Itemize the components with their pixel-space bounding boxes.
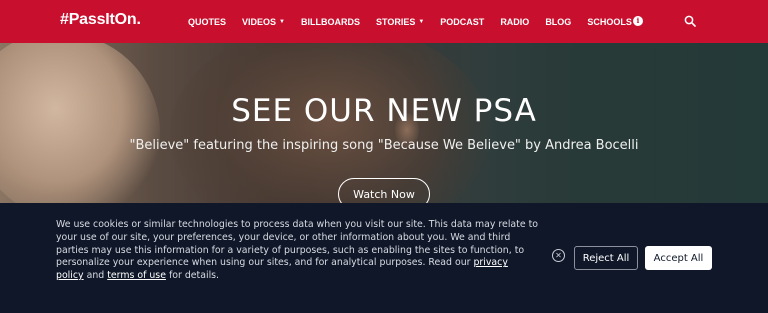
top-navbar: #PassItOn. QUOTES VIDEOS ▼ BILLBOARDS ST… <box>0 0 768 43</box>
accept-all-button[interactable]: Accept All <box>645 246 712 270</box>
nav-item-stories[interactable]: STORIES ▼ <box>376 17 424 27</box>
nav-item-label: RADIO <box>500 16 530 27</box>
hero-subtitle: "Believe" featuring the inspiring song "… <box>129 138 639 153</box>
cookie-notice-text: We use cookies or similar technologies t… <box>56 219 538 283</box>
terms-of-use-link[interactable]: terms of use <box>107 270 166 281</box>
nav-item-blog[interactable]: BLOG <box>545 17 571 27</box>
nav-item-label: PODCAST <box>440 16 485 27</box>
nav-item-billboards[interactable]: BILLBOARDS <box>301 17 360 27</box>
main-nav: QUOTES VIDEOS ▼ BILLBOARDS STORIES ▼ POD… <box>188 0 657 43</box>
close-icon[interactable]: ✕ <box>552 249 565 262</box>
nav-item-radio[interactable]: RADIO <box>500 17 529 27</box>
site-logo[interactable]: #PassItOn. <box>60 11 141 29</box>
reject-all-button[interactable]: Reject All <box>574 246 638 270</box>
hero-banner: SEE OUR NEW PSA "Believe" featuring the … <box>0 43 768 203</box>
chevron-down-icon: ▼ <box>418 18 425 25</box>
nav-item-label: BILLBOARDS <box>300 16 360 27</box>
watch-now-button[interactable]: Watch Now <box>338 178 430 203</box>
nav-item-label: QUOTES <box>188 16 227 27</box>
nav-item-quotes[interactable]: QUOTES <box>188 17 226 27</box>
info-icon[interactable]: i <box>633 16 643 26</box>
cookie-text-end: for details. <box>165 270 220 282</box>
nav-item-label: SCHOOLS <box>587 16 632 27</box>
chevron-down-icon: ▼ <box>279 18 285 25</box>
hero-title: SEE OUR NEW PSA <box>231 93 537 129</box>
cookie-text-main: We use cookies or similar technologies t… <box>56 219 539 269</box>
nav-item-podcast[interactable]: PODCAST <box>440 17 484 27</box>
nav-item-label: VIDEOS <box>242 16 277 27</box>
cookie-text-and: and <box>83 270 108 282</box>
cookie-consent-banner: We use cookies or similar technologies t… <box>0 203 768 313</box>
nav-item-videos[interactable]: VIDEOS ▼ <box>242 17 285 27</box>
nav-item-label: STORIES <box>375 16 416 27</box>
nav-item-label: BLOG <box>545 16 572 27</box>
search-icon[interactable] <box>684 15 696 27</box>
